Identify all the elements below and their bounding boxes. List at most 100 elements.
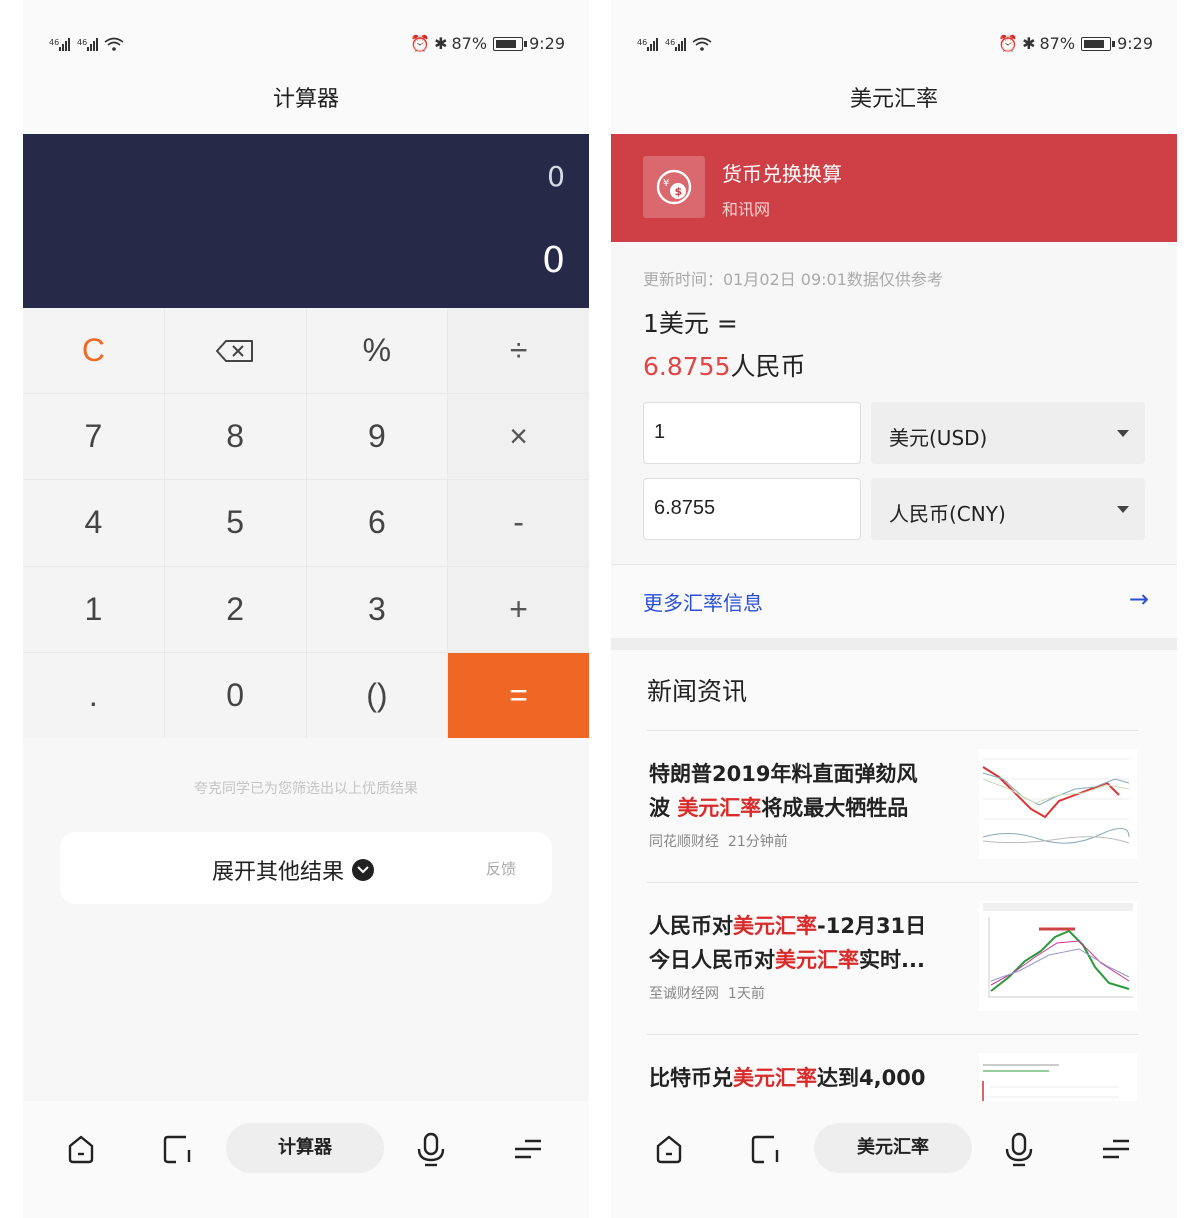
news-highlight: 美元汇率 — [733, 1066, 817, 1090]
clock: 9:29 — [1117, 34, 1153, 53]
battery-icon — [1081, 36, 1116, 51]
news-title-part: 特朗普 — [649, 762, 712, 786]
multiply-key[interactable]: × — [448, 394, 589, 480]
digit-5-key[interactable]: 5 — [164, 480, 306, 566]
calculator-display: 0 0 — [23, 134, 589, 308]
news-item[interactable]: 人民币对美元汇率-12月31日 今日人民币对美元汇率实时... 至诚财经网 1天前 — [647, 882, 1139, 1034]
current-tab-pill[interactable]: 美元汇率 — [814, 1123, 972, 1173]
news-title: 比特币兑美元汇率达到4,000 — [649, 1061, 979, 1095]
decimal-key[interactable]: . — [23, 652, 164, 738]
exchange-rate-screen: 46 46 ⏰ ✱ 87% 9:29 美元汇率 $ ¥ 货币兑换换算 和讯网 更新… — [611, 0, 1177, 1218]
news-title-part: 实时... — [859, 948, 925, 972]
battery-percent: 87% — [451, 34, 488, 53]
bluetooth-icon: ✱ — [1022, 34, 1036, 53]
news-item[interactable]: 特朗普2019年料直面弹劾风波 美元汇率将成最大牺牲品 同花顺财经 21分钟前 — [647, 730, 1139, 882]
status-right: ⏰ ✱ 87% 9:29 — [998, 34, 1153, 53]
news-source: 至诚财经网 — [649, 986, 719, 1002]
divide-key[interactable]: ÷ — [448, 308, 589, 394]
home-icon[interactable] — [61, 1129, 101, 1169]
svg-text:46: 46 — [77, 38, 87, 47]
currency-select-from[interactable]: 美元(USD) — [871, 402, 1145, 464]
clear-key[interactable]: C — [23, 308, 164, 394]
minus-key[interactable]: - — [448, 480, 589, 566]
section-divider — [611, 638, 1177, 650]
news-section: 新闻资讯 特朗普2019年料直面弹劾风波 美元汇率 将成最大牺牲品 同花顺财经 2… — [611, 650, 1177, 1102]
news-title-part: 比特币兑 — [649, 1066, 733, 1090]
rate-base: 1美元 = — [643, 309, 738, 338]
news-meta: 同花顺财经 21分钟前 — [649, 831, 788, 851]
bluetooth-icon: ✱ — [434, 34, 448, 53]
svg-text:$: $ — [675, 185, 683, 198]
expand-results-card: 展开其他结果 反馈 — [60, 832, 552, 904]
banner-title: 货币兑换换算 — [722, 162, 842, 186]
digit-3-key[interactable]: 3 — [306, 566, 448, 652]
news-item[interactable]: 比特币兑美元汇率达到4,000 — [647, 1034, 1139, 1102]
news-time: 1天前 — [727, 986, 765, 1002]
news-highlight: 美元汇率 — [775, 948, 859, 972]
banner-source: 和讯网 — [722, 200, 771, 219]
tabs-icon[interactable] — [745, 1129, 785, 1169]
parentheses-key[interactable]: () — [306, 652, 448, 738]
digit-9-key[interactable]: 9 — [306, 394, 448, 480]
digit-4-key[interactable]: 4 — [23, 480, 164, 566]
digit-0-key[interactable]: 0 — [164, 652, 306, 738]
news-title: 特朗普2019年料直面弹劾风波 美元汇率将成最大牺牲品 — [649, 757, 949, 825]
dropdown-arrow-icon — [1117, 430, 1129, 437]
news-title-part: 2019 — [712, 762, 771, 786]
feedback-link[interactable]: 反馈 — [486, 858, 516, 879]
currency-select-to[interactable]: 人民币(CNY) — [871, 478, 1145, 540]
battery-percent: 87% — [1039, 34, 1076, 53]
digit-8-key[interactable]: 8 — [164, 394, 306, 480]
microphone-icon[interactable] — [999, 1129, 1039, 1169]
digit-2-key[interactable]: 2 — [164, 566, 306, 652]
news-title: 人民币对美元汇率-12月31日 今日人民币对美元汇率实时... — [649, 909, 949, 977]
news-time: 21分钟前 — [727, 834, 788, 850]
status-bar: 46 46 ⏰ ✱ 87% 9:29 — [611, 0, 1177, 88]
page-title: 计算器 — [23, 78, 589, 134]
current-tab-pill[interactable]: 计算器 — [226, 1123, 384, 1173]
expression-text: 0 — [547, 160, 565, 193]
equals-key[interactable]: = — [448, 652, 589, 738]
news-meta: 至诚财经网 1天前 — [649, 983, 765, 1003]
calculator-screen: 46 46 ⏰ ✱ 87% 9:29 计算器 0 0 C % ÷ 7 8 9 × — [23, 0, 589, 1218]
digit-7-key[interactable]: 7 — [23, 394, 164, 480]
more-rates-link[interactable]: 更多汇率信息 → — [611, 564, 1177, 638]
amount-input-from[interactable]: 1 — [643, 402, 861, 464]
expand-label: 展开其他结果 — [212, 860, 345, 885]
percent-key[interactable]: % — [306, 308, 448, 394]
amount-input-to[interactable]: 6.8755 — [643, 478, 861, 540]
expand-results-button[interactable]: 展开其他结果 — [212, 854, 375, 886]
currency-to-label: 人民币(CNY) — [889, 502, 1006, 526]
tabs-icon[interactable] — [157, 1129, 197, 1169]
dropdown-arrow-icon — [1117, 506, 1129, 513]
news-title-part: 波 — [649, 796, 678, 820]
digit-1-key[interactable]: 1 — [23, 566, 164, 652]
more-rates-label: 更多汇率信息 — [643, 591, 763, 615]
svg-text:46: 46 — [49, 38, 59, 47]
menu-icon[interactable] — [508, 1129, 548, 1169]
signal-icon: 46 46 — [49, 34, 139, 52]
home-icon[interactable] — [649, 1129, 689, 1169]
news-thumbnail — [979, 1053, 1137, 1102]
digit-6-key[interactable]: 6 — [306, 480, 448, 566]
svg-text:¥: ¥ — [663, 178, 669, 189]
news-title-part: 年料直面弹劾风 — [770, 762, 918, 786]
currency-banner[interactable]: $ ¥ 货币兑换换算 和讯网 — [611, 134, 1177, 242]
news-title-part: 人民币对 — [649, 914, 733, 938]
menu-icon[interactable] — [1096, 1129, 1136, 1169]
svg-text:46: 46 — [637, 38, 647, 47]
result-text: 0 — [542, 240, 565, 281]
news-thumbnail — [979, 749, 1137, 859]
update-time: 更新时间：01月02日 09:01数据仅供参考 — [643, 270, 943, 289]
bottom-nav: 计算器 — [23, 1101, 589, 1218]
news-heading: 新闻资讯 — [647, 677, 748, 706]
backspace-key[interactable] — [164, 308, 306, 394]
keypad: C % ÷ 7 8 9 × 4 5 6 - 1 2 3 + . 0 () = — [23, 308, 589, 738]
alarm-icon: ⏰ — [410, 34, 431, 53]
plus-key[interactable]: + — [448, 566, 589, 652]
news-title-part: 将成最大牺牲品 — [761, 796, 909, 820]
currency-from-label: 美元(USD) — [889, 426, 988, 450]
status-right: ⏰ ✱ 87% 9:29 — [410, 34, 565, 53]
news-source: 同花顺财经 — [649, 834, 719, 850]
microphone-icon[interactable] — [411, 1129, 451, 1169]
